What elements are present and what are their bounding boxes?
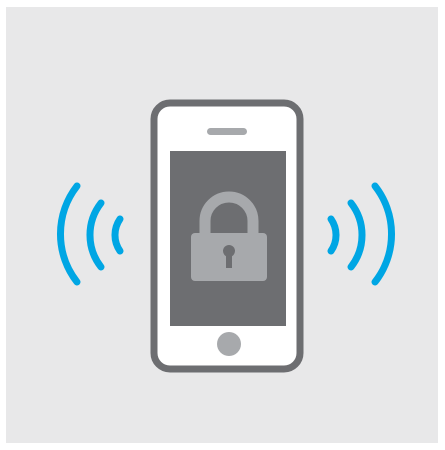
wave-right-inner (327, 215, 340, 255)
wave-right-outer (371, 182, 395, 286)
home-button (217, 332, 241, 356)
keyhole-slot (226, 253, 232, 268)
wave-left-inner (111, 215, 124, 255)
phone-speaker (207, 128, 247, 135)
wave-right-middle (347, 199, 366, 271)
smartphone-icon (150, 99, 304, 373)
phone-lock-illustration (57, 99, 395, 373)
wave-left-middle (86, 199, 105, 271)
wave-left-outer (57, 182, 81, 286)
signal-waves-right-icon (327, 182, 395, 286)
signal-waves-left-icon (57, 182, 124, 286)
